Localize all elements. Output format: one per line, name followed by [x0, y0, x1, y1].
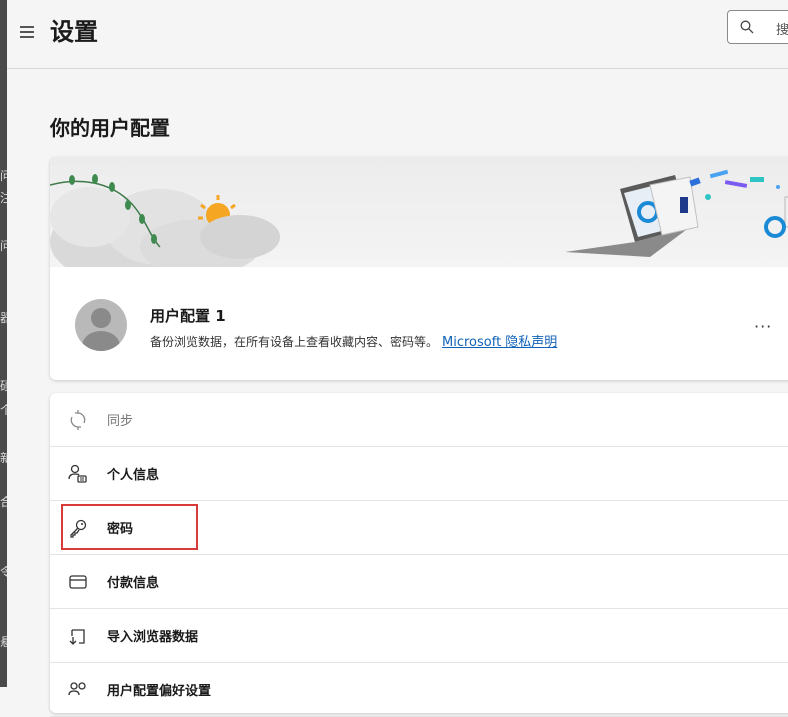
search-placeholder: 搜 — [776, 23, 788, 38]
edge-glyph: 问 — [0, 170, 7, 182]
menu-item-passwords[interactable]: 密码 — [50, 501, 788, 555]
card-icon — [69, 575, 87, 589]
edge-glyph: 问 — [0, 240, 7, 252]
edge-glyph: 硕 — [0, 380, 7, 392]
edge-glyph: 器 — [0, 312, 7, 324]
key-icon — [70, 519, 87, 538]
avatar — [75, 299, 127, 351]
background-window-edge: 问 注 问 器 硕 个 新 合 令 悬 — [0, 0, 7, 687]
more-options-button[interactable]: ··· — [754, 317, 772, 336]
hamburger-menu-icon[interactable] — [18, 22, 38, 42]
menu-item-label: 用户配置偏好设置 — [107, 684, 212, 699]
edge-glyph: 个 — [0, 404, 7, 416]
profile-description-text: 备份浏览数据，在所有设备上查看收藏内容、密码等。 — [150, 335, 439, 349]
edge-glyph: 令 — [0, 566, 7, 578]
edge-glyph: 新 — [0, 452, 7, 464]
profile-name: 用户配置 1 — [150, 307, 226, 325]
edge-glyph: 合 — [0, 496, 7, 508]
edge-glyph: 悬 — [0, 636, 7, 648]
menu-item-import-data[interactable]: 导入浏览器数据 — [50, 609, 788, 663]
profile-prefs-icon — [68, 682, 86, 696]
menu-item-label: 付款信息 — [107, 576, 160, 591]
search-input[interactable]: 搜 — [727, 10, 788, 44]
menu-item-label: 个人信息 — [107, 468, 160, 483]
profile-description: 备份浏览数据，在所有设备上查看收藏内容、密码等。 Microsoft 隐私声明 — [150, 331, 557, 350]
menu-item-personal-info[interactable]: 个人信息 — [50, 447, 788, 501]
import-icon — [69, 629, 85, 645]
privacy-statement-link[interactable]: Microsoft 隐私声明 — [442, 335, 557, 350]
menu-item-payment-info[interactable]: 付款信息 — [50, 555, 788, 609]
personal-info-icon — [68, 464, 87, 483]
search-icon — [740, 20, 754, 34]
section-title: 你的用户配置 — [50, 116, 170, 140]
settings-header: 设置 搜 — [7, 0, 788, 69]
menu-item-label: 同步 — [107, 414, 134, 429]
edge-glyph: 注 — [0, 192, 7, 204]
menu-item-label: 密码 — [107, 522, 134, 537]
sync-icon — [70, 410, 86, 430]
menu-item-profile-preferences[interactable]: 用户配置偏好设置 — [50, 663, 788, 717]
menu-item-label: 导入浏览器数据 — [107, 630, 199, 645]
menu-item-sync[interactable]: 同步 — [50, 393, 788, 447]
profile-settings-list: 同步 个人信息 密码 付款信息 导入浏览器数据 用户配置偏好设置 — [50, 393, 788, 717]
page-title: 设置 — [50, 18, 98, 46]
profile-banner-illustration — [50, 157, 788, 267]
profile-card: 用户配置 1 备份浏览数据，在所有设备上查看收藏内容、密码等。 Microsoft… — [50, 157, 788, 380]
